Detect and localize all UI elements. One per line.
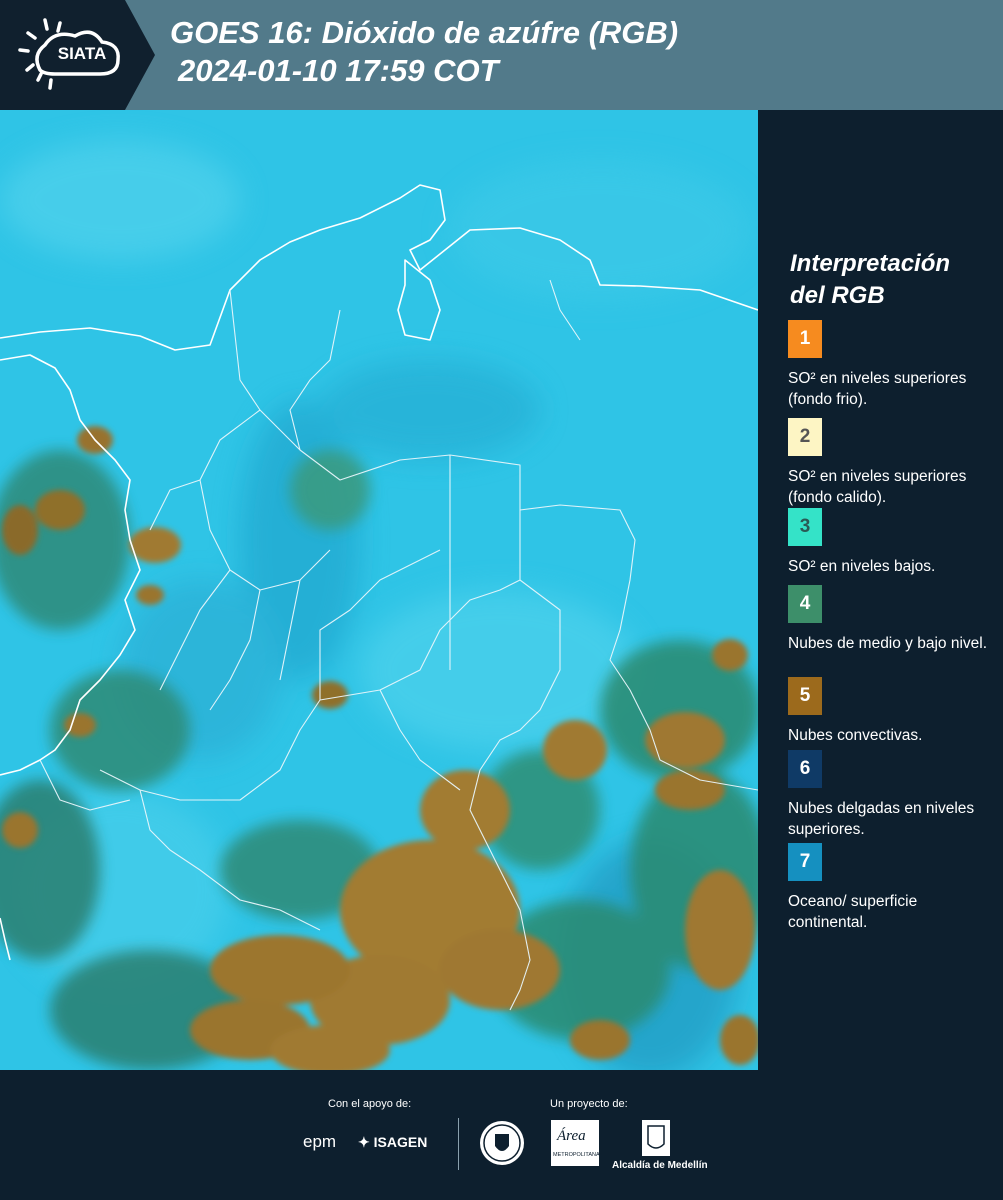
legend-item-1: 1 SO² en niveles superiores (fondo frio)… <box>788 320 998 410</box>
legend-panel: Interpretación del RGB 1 SO² en niveles … <box>758 110 1003 1070</box>
footer-divider <box>458 1118 459 1170</box>
title-product: GOES 16: Dióxido de azúfre (RGB) <box>170 15 679 50</box>
isagen-icon: ✦ <box>358 1134 370 1150</box>
legend-label: Nubes delgadas en niveles superiores. <box>788 800 975 838</box>
legend-label: Nubes convectivas. <box>788 727 923 744</box>
legend-number: 6 <box>799 758 811 779</box>
legend-number: 5 <box>799 685 811 706</box>
support-label: Con el apoyo de: <box>328 1098 412 1110</box>
legend-item-2: 2 SO² en niveles superiores (fondo calid… <box>788 418 998 508</box>
seal-icon[interactable] <box>478 1118 526 1168</box>
legend-label: SO² en niveles superiores (fondo frio). <box>788 370 967 408</box>
legend-number: 7 <box>799 851 811 872</box>
footer: Con el apoyo de: Un proyecto de: epm ✦ I… <box>0 1070 1003 1200</box>
legend-number: 3 <box>799 516 811 537</box>
area-metropolitana-logo[interactable]: Área METROPOLITANA <box>551 1120 600 1166</box>
epm-logo[interactable]: epm <box>303 1132 336 1152</box>
legend-item-3: 3 SO² en niveles bajos. <box>788 508 998 577</box>
isagen-logo[interactable]: ✦ ISAGEN <box>358 1134 427 1151</box>
legend-number: 4 <box>799 593 811 614</box>
siata-logo[interactable]: SIATA <box>0 0 160 110</box>
area-logo-sub: METROPOLITANA <box>553 1152 600 1158</box>
epm-logo-text: epm <box>303 1132 337 1151</box>
legend-swatch: 7 <box>788 843 822 881</box>
isagen-logo-text: ISAGEN <box>373 1134 428 1150</box>
header: SIATA GOES 16: Dióxido de azúfre (RGB) 2… <box>0 0 1003 110</box>
legend-item-4: 4 Nubes de medio y bajo nivel. <box>788 585 998 654</box>
legend-label: Nubes de medio y bajo nivel. <box>788 635 988 652</box>
legend-item-5: 5 Nubes convectivas. <box>788 677 998 746</box>
page-title: GOES 16: Dióxido de azúfre (RGB) 2024-01… <box>170 14 678 90</box>
legend-swatch: 5 <box>788 677 822 715</box>
legend-item-6: 6 Nubes delgadas en niveles superiores. <box>788 750 998 840</box>
legend-swatch: 4 <box>788 585 822 623</box>
project-label: Un proyecto de: <box>550 1098 628 1110</box>
legend-swatch: 3 <box>788 508 822 546</box>
legend-label: SO² en niveles superiores (fondo calido)… <box>788 468 967 506</box>
legend-number: 2 <box>799 426 811 447</box>
satellite-map-icon <box>0 110 770 1080</box>
logo-text: SIATA <box>57 44 107 63</box>
legend-title: Interpretación del RGB <box>790 250 951 309</box>
legend-swatch: 1 <box>788 320 822 358</box>
alcaldia-shield-icon[interactable] <box>640 1118 672 1158</box>
alcaldia-label: Alcaldía de Medellín <box>612 1160 708 1171</box>
legend-label: SO² en niveles bajos. <box>788 558 936 575</box>
legend-swatch: 2 <box>788 418 822 456</box>
legend-label: Oceano/ superficie continental. <box>788 893 918 931</box>
legend-swatch: 6 <box>788 750 822 788</box>
title-timestamp: 2024-01-10 17:59 COT <box>178 53 499 88</box>
satellite-map[interactable] <box>0 110 770 1080</box>
legend-item-7: 7 Oceano/ superficie continental. <box>788 843 998 933</box>
legend-number: 1 <box>799 328 811 349</box>
area-logo-text: Área <box>557 1128 586 1144</box>
